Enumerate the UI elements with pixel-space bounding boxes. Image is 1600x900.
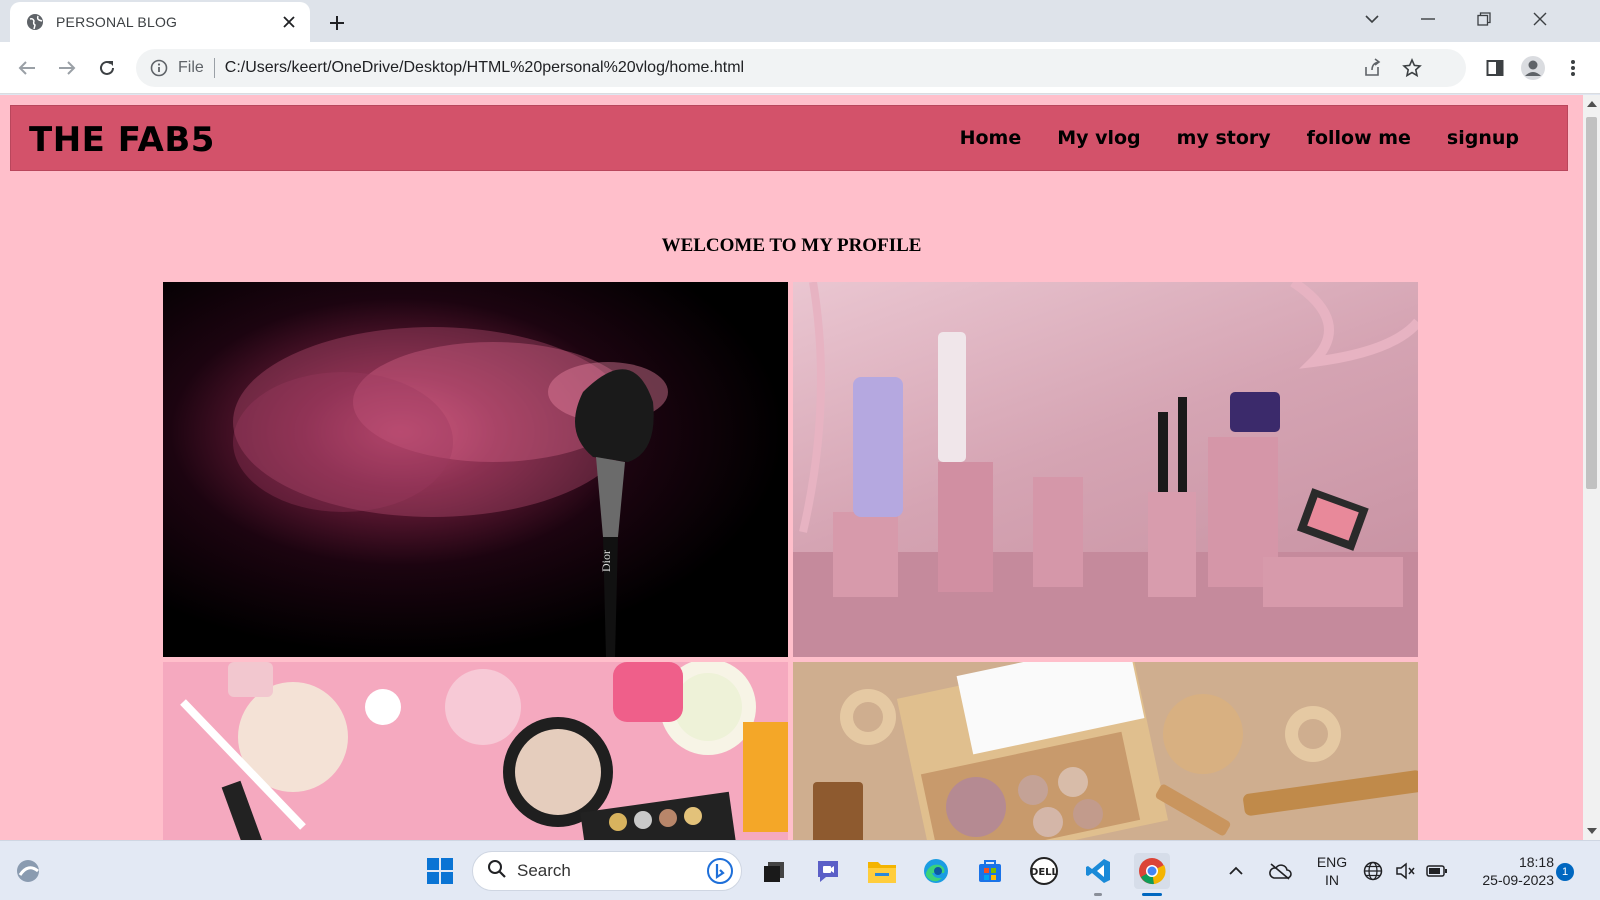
gallery-image-brush: Dior xyxy=(163,282,788,657)
gallery-image-palette xyxy=(793,662,1418,840)
microsoft-store-icon[interactable] xyxy=(972,853,1008,889)
site-nav: Home My vlog my story follow me signup xyxy=(960,127,1519,149)
gallery-image-products xyxy=(793,282,1418,657)
volume-muted-icon[interactable] xyxy=(1392,853,1418,889)
tab-search-chevron-icon[interactable] xyxy=(1350,4,1394,34)
taskbar-search[interactable]: Search xyxy=(472,851,742,891)
dell-icon[interactable]: DELL xyxy=(1026,853,1062,889)
battery-icon[interactable] xyxy=(1424,853,1450,889)
side-panel-icon[interactable] xyxy=(1480,53,1510,83)
profile-avatar-icon[interactable] xyxy=(1518,53,1548,83)
bing-icon[interactable] xyxy=(707,858,733,884)
address-divider xyxy=(213,58,215,78)
chrome-active-indicator xyxy=(1142,893,1162,896)
scroll-up-arrow-icon[interactable] xyxy=(1587,101,1597,107)
forward-arrow-icon[interactable] xyxy=(52,53,82,83)
nav-follow-me-link[interactable]: follow me xyxy=(1307,127,1411,149)
site-header: THE FAB5 Home My vlog my story follow me… xyxy=(10,105,1568,171)
notification-badge[interactable]: 1 xyxy=(1556,863,1574,881)
search-placeholder: Search xyxy=(517,861,571,880)
gallery-image-flatlay xyxy=(163,662,788,840)
clock-date: 25-09-2023 xyxy=(1482,872,1554,888)
windows-taskbar: Search DELL ENG IN 18:18 25-09-2023 1 xyxy=(0,840,1600,900)
region-code: IN xyxy=(1325,872,1339,888)
nav-my-story-link[interactable]: my story xyxy=(1177,127,1271,149)
page-viewport: THE FAB5 Home My vlog my story follow me… xyxy=(0,95,1583,840)
scrollbar-thumb[interactable] xyxy=(1586,117,1597,489)
scroll-down-arrow-icon[interactable] xyxy=(1587,828,1597,834)
vscode-icon[interactable] xyxy=(1080,853,1116,889)
restore-icon[interactable] xyxy=(1462,4,1506,34)
vscode-running-indicator xyxy=(1094,893,1102,896)
widgets-weather-icon[interactable] xyxy=(10,853,46,889)
reload-icon[interactable] xyxy=(92,53,122,83)
nav-my-vlog-link[interactable]: My vlog xyxy=(1057,127,1140,149)
site-brand[interactable]: THE FAB5 xyxy=(29,120,215,160)
language-code: ENG xyxy=(1316,854,1348,870)
page-scrollbar[interactable] xyxy=(1583,95,1600,840)
search-icon xyxy=(487,859,507,884)
globe-icon xyxy=(26,13,44,31)
language-indicator[interactable]: ENG IN xyxy=(1312,853,1352,889)
share-icon[interactable] xyxy=(1362,58,1382,78)
new-tab-icon[interactable] xyxy=(324,10,350,36)
nav-signup-link[interactable]: signup xyxy=(1447,127,1519,149)
file-explorer-icon[interactable] xyxy=(864,853,900,889)
menu-kebab-icon[interactable] xyxy=(1558,53,1588,83)
address-bar[interactable]: File C:/Users/keert/OneDrive/Desktop/HTM… xyxy=(136,49,1466,87)
edge-browser-icon[interactable] xyxy=(918,853,954,889)
address-url[interactable]: C:/Users/keert/OneDrive/Desktop/HTML%20p… xyxy=(225,59,744,77)
site-info-icon[interactable] xyxy=(150,59,168,77)
windows-start-icon[interactable] xyxy=(422,853,458,889)
close-tab-icon[interactable] xyxy=(278,11,300,33)
chrome-icon[interactable] xyxy=(1134,853,1170,889)
browser-tab[interactable]: PERSONAL BLOG xyxy=(10,2,310,42)
bookmark-star-icon[interactable] xyxy=(1402,58,1422,78)
minimize-icon[interactable] xyxy=(1406,4,1450,34)
nav-home-link[interactable]: Home xyxy=(960,127,1022,149)
svg-text:DELL: DELL xyxy=(1030,867,1059,878)
close-window-icon[interactable] xyxy=(1518,4,1562,34)
onedrive-cloud-icon[interactable] xyxy=(1264,853,1296,889)
svg-text:Dior: Dior xyxy=(599,550,613,572)
tab-title: PERSONAL BLOG xyxy=(56,14,178,30)
clock[interactable]: 18:18 25-09-2023 xyxy=(1462,853,1554,889)
teams-chat-icon[interactable] xyxy=(810,853,846,889)
clock-time: 18:18 xyxy=(1518,854,1554,870)
tab-strip: PERSONAL BLOG xyxy=(0,0,1600,42)
task-view-icon[interactable] xyxy=(756,853,792,889)
browser-toolbar: File C:/Users/keert/OneDrive/Desktop/HTM… xyxy=(0,42,1600,94)
address-scheme: File xyxy=(178,59,204,76)
network-globe-icon[interactable] xyxy=(1360,853,1386,889)
show-hidden-icons-chevron-icon[interactable] xyxy=(1224,853,1248,889)
welcome-heading: WELCOME TO MY PROFILE xyxy=(661,235,922,256)
back-arrow-icon[interactable] xyxy=(12,53,42,83)
